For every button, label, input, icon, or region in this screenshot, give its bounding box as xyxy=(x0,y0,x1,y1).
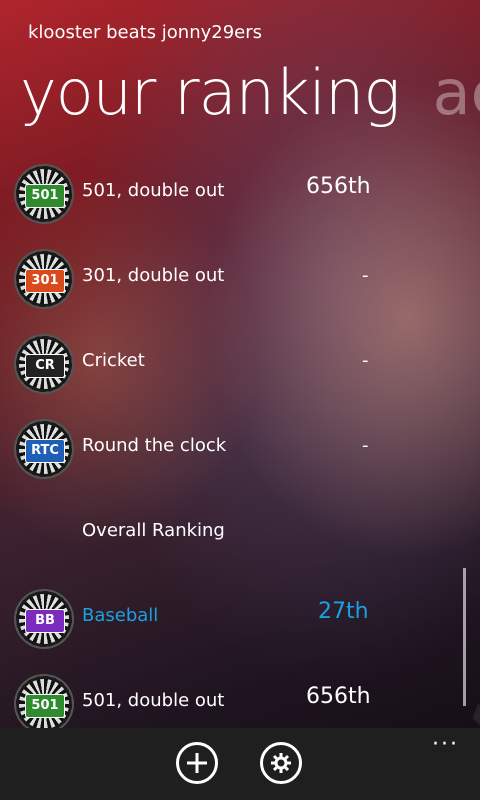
application-bar: ··· xyxy=(0,728,480,800)
icon-badge: CR xyxy=(25,354,65,378)
list-item-label: 501, double out xyxy=(82,690,225,711)
list-item-label: 501, double out xyxy=(82,180,225,201)
pivot-title[interactable]: your ranking xyxy=(20,56,401,129)
pivot-header: your ranking ac xyxy=(20,56,480,129)
plus-icon xyxy=(187,753,207,773)
list-item-rank: 27th xyxy=(318,599,369,624)
list-item[interactable]: RTC Round the clock - xyxy=(0,413,480,483)
round-the-clock-dartboard-icon: RTC xyxy=(16,421,72,477)
list-item-label: 301, double out xyxy=(82,265,225,286)
match-status-text: klooster beats jonny29ers xyxy=(28,22,263,43)
list-item-rank: 656th xyxy=(306,174,371,199)
icon-badge: 501 xyxy=(25,694,65,718)
icon-badge: 501 xyxy=(25,184,65,208)
list-item[interactable]: CR Cricket - xyxy=(0,328,480,398)
icon-badge: BB xyxy=(25,609,65,633)
settings-button[interactable] xyxy=(260,742,302,784)
list-item-rank: 656th xyxy=(306,684,371,709)
pivot-next-header[interactable]: ac xyxy=(433,56,480,129)
overall-ranking-label: Overall Ranking xyxy=(82,520,225,541)
list-item-rank: - xyxy=(362,350,369,371)
list-item-rank: - xyxy=(362,265,369,286)
icon-badge: 301 xyxy=(25,269,65,293)
icon-badge: RTC xyxy=(25,439,65,463)
list-item-label: Baseball xyxy=(82,605,159,626)
overall-ranking-row[interactable]: Overall Ranking xyxy=(0,498,480,568)
list-item[interactable]: 301 301, double out - xyxy=(0,243,480,313)
list-item-rank: - xyxy=(362,435,369,456)
gear-icon xyxy=(271,753,291,773)
501-dartboard-icon: 501 xyxy=(16,676,72,732)
list-item-label: Cricket xyxy=(82,350,145,371)
list-item[interactable]: BB Baseball 27th xyxy=(0,583,480,653)
baseball-dartboard-icon: BB xyxy=(16,591,72,647)
scrollbar[interactable] xyxy=(463,568,466,706)
list-item[interactable]: 501 501, double out 656th xyxy=(0,158,480,228)
cricket-dartboard-icon: CR xyxy=(16,336,72,392)
501-dartboard-icon: 501 xyxy=(16,166,72,222)
add-button[interactable] xyxy=(176,742,218,784)
301-dartboard-icon: 301 xyxy=(16,251,72,307)
more-options-button[interactable]: ··· xyxy=(432,732,459,757)
list-item-label: Round the clock xyxy=(82,435,227,456)
